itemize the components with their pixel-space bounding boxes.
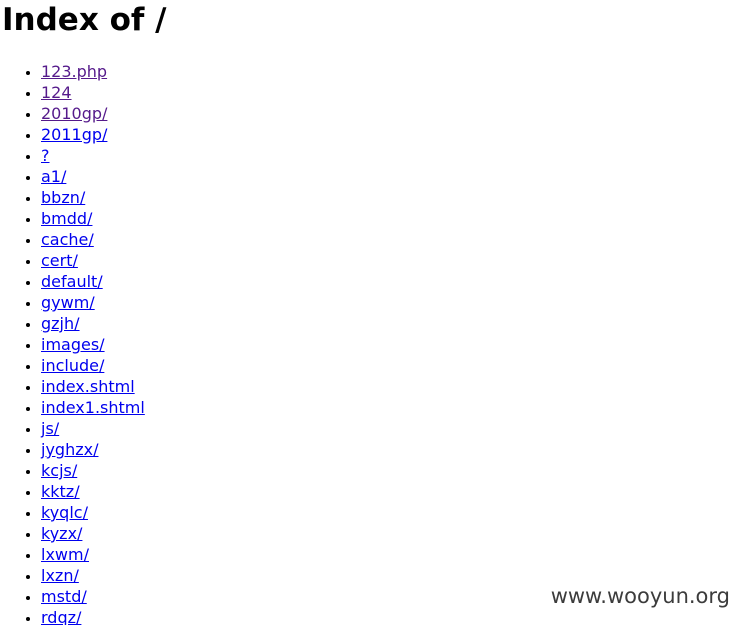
- file-link[interactable]: include/: [41, 356, 104, 375]
- file-link[interactable]: cache/: [41, 230, 94, 249]
- file-link[interactable]: js/: [41, 419, 59, 438]
- file-link[interactable]: lxwm/: [41, 545, 89, 564]
- list-item: kyzx/: [41, 523, 145, 544]
- list-item: gzjh/: [41, 313, 145, 334]
- list-item: lxzn/: [41, 565, 145, 586]
- file-link[interactable]: 2011gp/: [41, 125, 107, 144]
- file-link[interactable]: ?: [41, 146, 50, 165]
- list-item: kktz/: [41, 481, 145, 502]
- file-link[interactable]: cert/: [41, 251, 78, 270]
- file-link[interactable]: mstd/: [41, 587, 87, 606]
- list-item: 2010gp/: [41, 103, 145, 124]
- list-item: ?: [41, 145, 145, 166]
- list-item: gywm/: [41, 292, 145, 313]
- list-item: bmdd/: [41, 208, 145, 229]
- list-item: images/: [41, 334, 145, 355]
- file-link[interactable]: rdqz/: [41, 608, 81, 625]
- list-item: include/: [41, 355, 145, 376]
- list-item: 123.php: [41, 61, 145, 82]
- list-item: a1/: [41, 166, 145, 187]
- file-link[interactable]: lxzn/: [41, 566, 79, 585]
- list-item: default/: [41, 271, 145, 292]
- file-link[interactable]: gywm/: [41, 293, 95, 312]
- file-link[interactable]: kcjs/: [41, 461, 77, 480]
- list-item: kyqlc/: [41, 502, 145, 523]
- file-link[interactable]: jyghzx/: [41, 440, 98, 459]
- file-link[interactable]: bmdd/: [41, 209, 92, 228]
- list-item: lxwm/: [41, 544, 145, 565]
- file-link[interactable]: default/: [41, 272, 103, 291]
- file-link[interactable]: gzjh/: [41, 314, 80, 333]
- list-item: jyghzx/: [41, 439, 145, 460]
- file-link[interactable]: 124: [41, 83, 72, 102]
- list-item: cache/: [41, 229, 145, 250]
- list-item: kcjs/: [41, 460, 145, 481]
- file-link[interactable]: kktz/: [41, 482, 80, 501]
- watermark: www.wooyun.org: [550, 584, 730, 608]
- file-link[interactable]: 123.php: [41, 62, 107, 81]
- file-link[interactable]: bbzn/: [41, 188, 85, 207]
- list-item: 124: [41, 82, 145, 103]
- file-link[interactable]: a1/: [41, 167, 66, 186]
- file-link[interactable]: index.shtml: [41, 377, 135, 396]
- file-link[interactable]: kyqlc/: [41, 503, 88, 522]
- list-item: index.shtml: [41, 376, 145, 397]
- page-title: Index of /: [2, 2, 167, 38]
- list-item: js/: [41, 418, 145, 439]
- list-item: bbzn/: [41, 187, 145, 208]
- file-link[interactable]: index1.shtml: [41, 398, 145, 417]
- file-link[interactable]: 2010gp/: [41, 104, 107, 123]
- file-link[interactable]: images/: [41, 335, 105, 354]
- list-item: index1.shtml: [41, 397, 145, 418]
- list-item: 2011gp/: [41, 124, 145, 145]
- list-item: mstd/: [41, 586, 145, 607]
- directory-listing: 123.php 124 2010gp/2011gp/? a1/bbzn/bmdd/ca…: [0, 61, 145, 625]
- list-item: cert/: [41, 250, 145, 271]
- file-link[interactable]: kyzx/: [41, 524, 82, 543]
- list-item: rdqz/: [41, 607, 145, 625]
